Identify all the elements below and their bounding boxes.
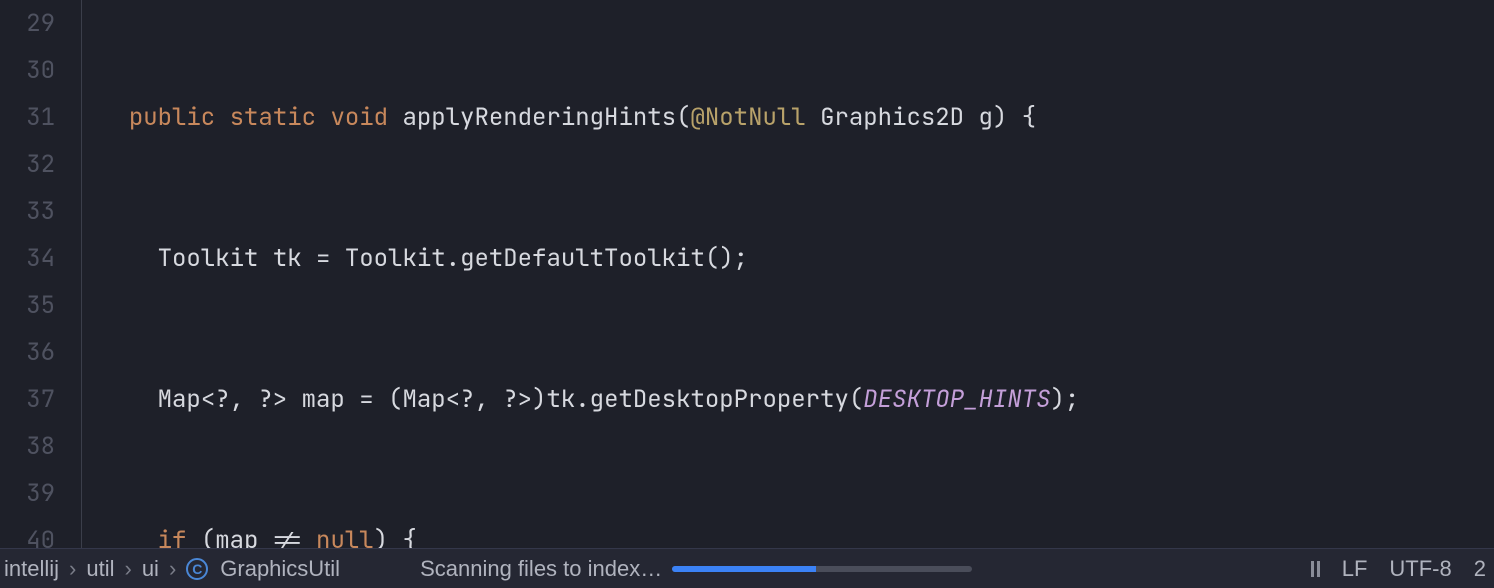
breadcrumb-item[interactable]: GraphicsUtil [220,556,340,582]
indexing-progress-bar[interactable] [672,566,972,572]
code-line[interactable]: if (map != null) { [100,517,1494,548]
breadcrumb-item[interactable]: ui [142,556,159,582]
encoding-indicator[interactable]: UTF-8 [1389,556,1451,582]
line-number[interactable]: 39 [0,470,55,517]
line-number[interactable]: 33 [0,188,55,235]
line-number[interactable]: 29 [0,0,55,47]
breadcrumbs: intellij › util › ui › C GraphicsUtil [4,556,340,582]
editor-area: 29 30 31 32 33 34 35 36 37 38 39 40 publ… [0,0,1494,548]
status-bar: intellij › util › ui › C GraphicsUtil Sc… [0,548,1494,588]
progress-fill [672,566,816,572]
chevron-right-icon: › [69,556,76,582]
line-number[interactable]: 31 [0,94,55,141]
code-line[interactable]: Map<?, ?> map = (Map<?, ?>)tk.getDesktop… [100,376,1494,423]
line-number[interactable]: 37 [0,376,55,423]
line-number[interactable]: 35 [0,282,55,329]
chevron-right-icon: › [124,556,131,582]
code-editor[interactable]: public static void applyRenderingHints(@… [82,0,1494,548]
class-icon: C [186,558,208,580]
breadcrumb-item[interactable]: util [86,556,114,582]
line-number[interactable]: 30 [0,47,55,94]
pause-icon[interactable] [1311,561,1320,577]
line-number-gutter: 29 30 31 32 33 34 35 36 37 38 39 40 [0,0,82,548]
line-number[interactable]: 36 [0,329,55,376]
line-number[interactable]: 32 [0,141,55,188]
code-line[interactable]: public static void applyRenderingHints(@… [100,94,1494,141]
status-bar-right: LF UTF-8 2 [1311,556,1486,582]
line-separator-indicator[interactable]: LF [1342,556,1368,582]
line-number[interactable]: 40 [0,517,55,548]
status-trailing[interactable]: 2 [1474,556,1486,582]
indexing-status-text[interactable]: Scanning files to index… [420,556,662,582]
line-number[interactable]: 38 [0,423,55,470]
chevron-right-icon: › [169,556,176,582]
line-number[interactable]: 34 [0,235,55,282]
breadcrumb-item[interactable]: intellij [4,556,59,582]
code-line[interactable]: Toolkit tk = Toolkit.getDefaultToolkit()… [100,235,1494,282]
